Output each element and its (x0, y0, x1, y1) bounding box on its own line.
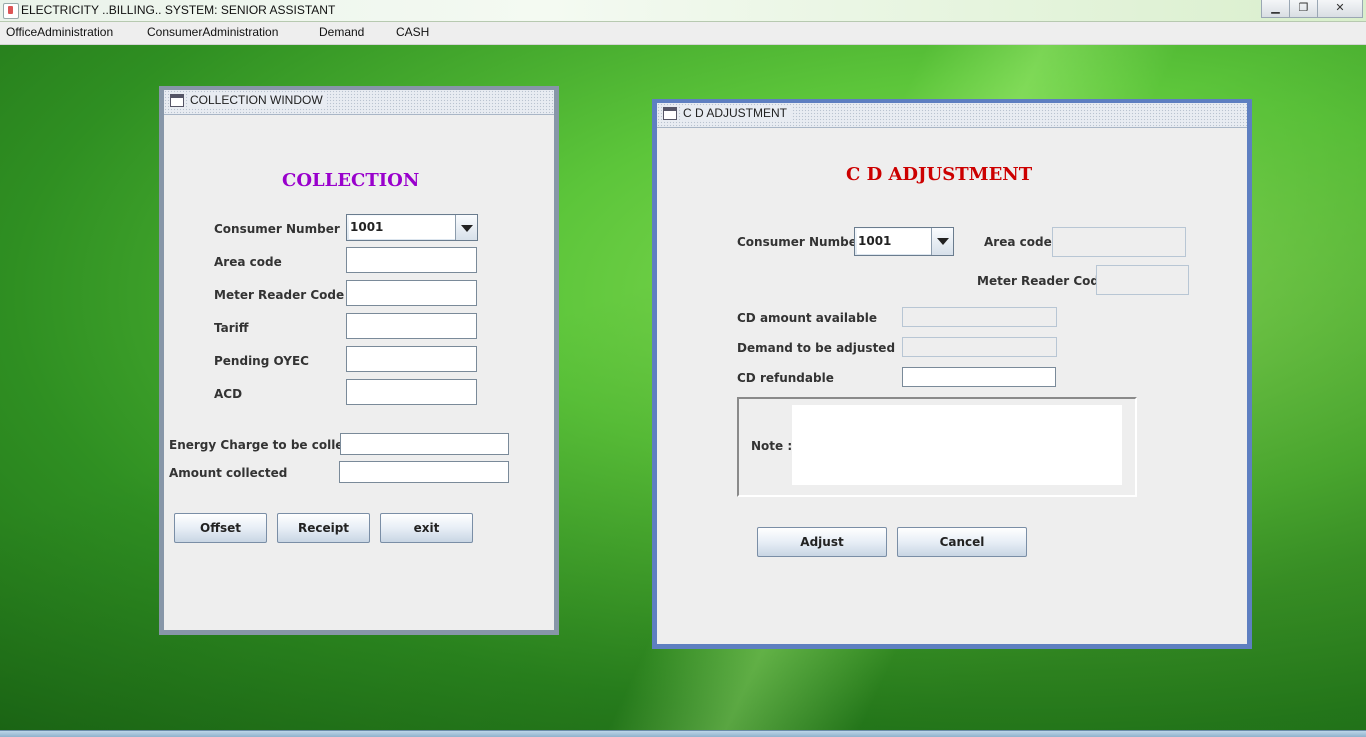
exit-button[interactable]: exit (380, 513, 473, 543)
app-title: ELECTRICITY ..BILLING.. SYSTEM: SENIOR A… (21, 3, 336, 17)
consumer-number-value: 1001 (349, 216, 455, 239)
adjust-button[interactable]: Adjust (757, 527, 887, 557)
acd-input[interactable] (346, 379, 477, 405)
maximize-button[interactable]: ❐ (1289, 0, 1318, 18)
energy-charge-input[interactable] (340, 433, 509, 455)
area-code-label: Area code (214, 255, 282, 269)
acd-label: ACD (214, 387, 243, 401)
menu-demand[interactable]: Demand (319, 25, 364, 39)
amount-collected-input[interactable] (339, 461, 509, 483)
pending-oyec-label: Pending OYEC (214, 354, 309, 368)
menu-bar: OfficeAdministration ConsumerAdministrat… (0, 22, 1366, 45)
demand-to-be-adjusted-input[interactable] (902, 337, 1057, 357)
demand-to-be-adjusted-label: Demand to be adjusted (737, 341, 896, 355)
collection-window-title: COLLECTION WINDOW (188, 93, 327, 107)
menu-consumer-administration[interactable]: ConsumerAdministration (147, 25, 278, 39)
cd-adjustment-window: C D ADJUSTMENT C D ADJUSTMENT Consumer N… (652, 99, 1252, 649)
cd-adjustment-window-title: C D ADJUSTMENT (681, 106, 792, 120)
area-code-input[interactable] (1052, 227, 1186, 257)
app-title-bar: ELECTRICITY ..BILLING.. SYSTEM: SENIOR A… (0, 0, 1366, 22)
meter-reader-code-label: Meter Reader Code (214, 288, 345, 302)
cd-amount-available-label: CD amount available (737, 311, 877, 325)
meter-reader-code-input[interactable] (346, 280, 477, 306)
window-icon (170, 94, 184, 107)
consumer-number-select[interactable]: 1001 (346, 214, 478, 241)
collection-window-titlebar[interactable]: COLLECTION WINDOW (164, 90, 554, 115)
minimize-button[interactable]: ▁ (1261, 0, 1290, 18)
receipt-button[interactable]: Receipt (277, 513, 370, 543)
chevron-down-icon[interactable] (931, 228, 953, 255)
collection-heading: COLLECTION (282, 170, 420, 191)
menu-office-administration[interactable]: OfficeAdministration (6, 25, 113, 39)
note-textarea[interactable] (792, 405, 1122, 485)
area-code-label: Area code (984, 235, 1052, 249)
consumer-number-select[interactable]: 1001 (854, 227, 954, 256)
collection-window: COLLECTION WINDOW COLLECTION Consumer Nu… (159, 86, 559, 635)
meter-reader-code-label: Meter Reader Code (977, 274, 1108, 288)
menu-cash[interactable]: CASH (396, 25, 429, 39)
cancel-button[interactable]: Cancel (897, 527, 1027, 557)
consumer-number-label: Consumer Number (737, 235, 863, 249)
window-icon (663, 107, 677, 120)
consumer-number-value: 1001 (857, 229, 931, 254)
cd-refundable-input[interactable] (902, 367, 1056, 387)
consumer-number-label: Consumer Number (214, 222, 340, 236)
chevron-down-icon[interactable] (455, 215, 477, 240)
pending-oyec-input[interactable] (346, 346, 477, 372)
note-label: Note : (751, 439, 793, 453)
offset-button[interactable]: Offset (174, 513, 267, 543)
cd-adjustment-window-titlebar[interactable]: C D ADJUSTMENT (657, 103, 1247, 128)
cd-amount-available-input[interactable] (902, 307, 1057, 327)
note-panel: Note : (737, 397, 1137, 497)
java-app-icon (3, 3, 19, 19)
cd-adjustment-heading: C D ADJUSTMENT (846, 164, 1033, 185)
tariff-label: Tariff (214, 321, 249, 335)
amount-collected-label: Amount collected (169, 466, 288, 480)
area-code-input[interactable] (346, 247, 477, 273)
meter-reader-code-input[interactable] (1096, 265, 1189, 295)
cd-refundable-label: CD refundable (737, 371, 834, 385)
tariff-input[interactable] (346, 313, 477, 339)
close-button[interactable]: ✕ (1317, 0, 1363, 18)
